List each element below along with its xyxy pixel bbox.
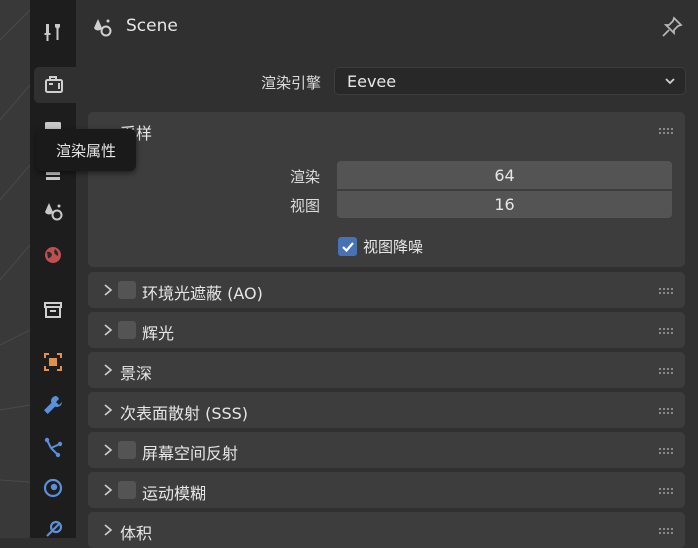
drag-handle-icon[interactable]	[659, 328, 675, 336]
render-samples-value: 64	[494, 165, 515, 185]
section-motion-blur[interactable]: 运动模糊	[88, 472, 685, 508]
drag-handle-icon[interactable]	[659, 128, 675, 136]
section-title: 环境光遮蔽 (AO)	[142, 284, 263, 303]
motion-blur-checkbox[interactable]	[118, 481, 136, 499]
section-title: 屏幕空间反射	[142, 444, 239, 463]
physics-icon	[43, 478, 63, 498]
section-ambient-occlusion[interactable]: 环境光遮蔽 (AO)	[88, 272, 685, 308]
chevron-right-icon	[104, 444, 113, 456]
drag-handle-icon[interactable]	[659, 288, 675, 296]
ao-checkbox[interactable]	[118, 281, 136, 299]
scene-icon	[94, 19, 112, 37]
drag-handle-icon[interactable]	[659, 448, 675, 456]
object-icon	[44, 353, 62, 371]
section-title: 辉光	[142, 324, 175, 343]
section-screen-space-reflections[interactable]: 屏幕空间反射	[88, 432, 685, 468]
viewport-samples-label: 视图	[290, 197, 321, 215]
chevron-right-icon	[104, 364, 113, 376]
properties-tab-bar	[30, 0, 76, 538]
section-title: 体积	[120, 524, 153, 543]
render-camera-icon	[45, 76, 63, 93]
section-subsurface-scattering[interactable]: 次表面散射 (SSS)	[88, 392, 685, 428]
viewport-denoise-checkbox[interactable]	[338, 237, 357, 256]
checkmark-icon	[341, 241, 354, 252]
section-title: 次表面散射 (SSS)	[120, 404, 249, 423]
render-samples-label: 渲染	[290, 168, 321, 186]
tab-tooltip: 渲染属性	[36, 129, 136, 171]
chevron-right-icon	[104, 524, 113, 536]
tab-tool[interactable]	[34, 14, 72, 50]
chevron-down-icon	[665, 78, 675, 85]
chevron-right-icon	[104, 404, 113, 416]
section-title: 运动模糊	[142, 484, 207, 503]
tab-particles[interactable]	[34, 429, 72, 465]
viewport-denoise-label: 视图降噪	[363, 238, 424, 256]
viewport-edge[interactable]	[0, 0, 30, 538]
collection-icon	[44, 302, 62, 318]
scene-title: Scene	[126, 16, 178, 36]
tab-object[interactable]	[34, 344, 72, 380]
tab-physics[interactable]	[34, 470, 72, 506]
bloom-checkbox[interactable]	[118, 321, 136, 339]
section-sampling: 采样 渲染 64 视图 16 视图降噪	[88, 112, 685, 267]
pin-icon[interactable]	[660, 15, 684, 39]
particles-icon	[44, 437, 63, 458]
wrench-icon	[44, 396, 62, 414]
section-bloom[interactable]: 辉光	[88, 312, 685, 348]
tab-render[interactable]	[34, 67, 76, 103]
render-engine-value: Eevee	[347, 71, 397, 91]
render-properties-panel: Scene 渲染引擎 Eevee 采样 渲染 64 视图 16 视图降噪 环境光…	[76, 0, 698, 548]
tab-world[interactable]	[34, 237, 72, 273]
render-engine-label: 渲染引擎	[260, 74, 321, 92]
tool-icon	[44, 24, 60, 41]
section-title: 景深	[120, 364, 153, 383]
render-engine-dropdown[interactable]: Eevee	[334, 67, 686, 95]
tab-scene[interactable]	[34, 194, 72, 230]
viewport-samples-field[interactable]: 16	[337, 190, 672, 218]
drag-handle-icon[interactable]	[659, 368, 675, 376]
drag-handle-icon[interactable]	[659, 528, 675, 536]
chevron-right-icon	[104, 324, 113, 336]
tab-modifiers[interactable]	[34, 387, 72, 423]
chevron-right-icon	[104, 484, 113, 496]
section-depth-of-field[interactable]: 景深	[88, 352, 685, 388]
render-samples-field[interactable]: 64	[337, 161, 672, 189]
drag-handle-icon[interactable]	[659, 488, 675, 496]
chevron-right-icon	[104, 284, 113, 296]
constraint-icon	[46, 520, 63, 537]
section-volumetrics[interactable]: 体积	[88, 512, 685, 548]
panel-header: Scene	[76, 0, 698, 52]
scene-icon	[45, 203, 63, 221]
drag-handle-icon[interactable]	[659, 408, 675, 416]
tab-collection[interactable]	[34, 292, 72, 328]
tab-constraints[interactable]	[34, 512, 72, 548]
ssr-checkbox[interactable]	[118, 441, 136, 459]
world-icon	[45, 247, 61, 263]
viewport-samples-value: 16	[494, 195, 515, 214]
